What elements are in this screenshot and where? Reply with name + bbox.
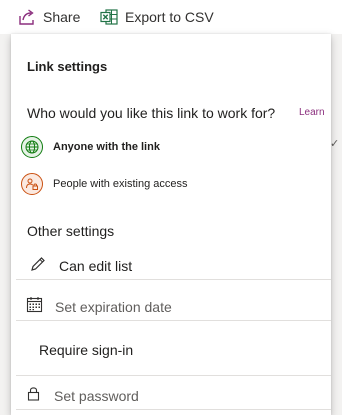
pencil-icon bbox=[30, 256, 46, 277]
share-label: Share bbox=[43, 9, 81, 25]
option-label: Anyone with the link bbox=[53, 141, 160, 153]
can-edit-label: Can edit list bbox=[59, 258, 133, 274]
lock-icon bbox=[27, 386, 40, 406]
option-anyone-with-link[interactable]: Anyone with the link bbox=[21, 136, 160, 158]
globe-icon bbox=[21, 136, 43, 158]
divider bbox=[16, 320, 331, 321]
share-icon bbox=[18, 8, 36, 26]
learn-more-link[interactable]: Learn bbox=[299, 107, 325, 118]
divider bbox=[16, 279, 331, 280]
export-to-csv-button[interactable]: Export to CSV bbox=[100, 0, 214, 34]
password-placeholder: Set password bbox=[54, 388, 139, 404]
other-settings-heading: Other settings bbox=[27, 223, 115, 239]
can-edit-list-toggle[interactable]: Can edit list bbox=[30, 252, 320, 280]
require-sign-in-toggle[interactable]: Require sign-in bbox=[39, 339, 329, 361]
expiration-date-field[interactable]: Set expiration date bbox=[26, 294, 316, 320]
export-label: Export to CSV bbox=[125, 9, 214, 25]
password-field[interactable]: Set password bbox=[27, 384, 317, 408]
share-button[interactable]: Share bbox=[18, 0, 80, 34]
option-label: People with existing access bbox=[53, 178, 188, 190]
expiration-date-placeholder: Set expiration date bbox=[55, 299, 172, 315]
calendar-icon bbox=[26, 296, 43, 318]
require-sign-in-label: Require sign-in bbox=[39, 342, 134, 358]
link-settings-panel: Link settings Who would you like this li… bbox=[11, 34, 331, 415]
link-audience-question: Who would you like this link to work for… bbox=[27, 105, 276, 121]
background-checkmark-icon: ✓ bbox=[330, 138, 340, 150]
divider bbox=[16, 375, 331, 376]
command-bar: Share Export to CSV bbox=[0, 0, 342, 34]
people-lock-icon bbox=[21, 173, 43, 195]
divider bbox=[16, 409, 331, 410]
option-people-with-existing-access[interactable]: People with existing access bbox=[21, 173, 188, 195]
excel-icon bbox=[100, 8, 118, 26]
panel-title: Link settings bbox=[27, 59, 108, 74]
